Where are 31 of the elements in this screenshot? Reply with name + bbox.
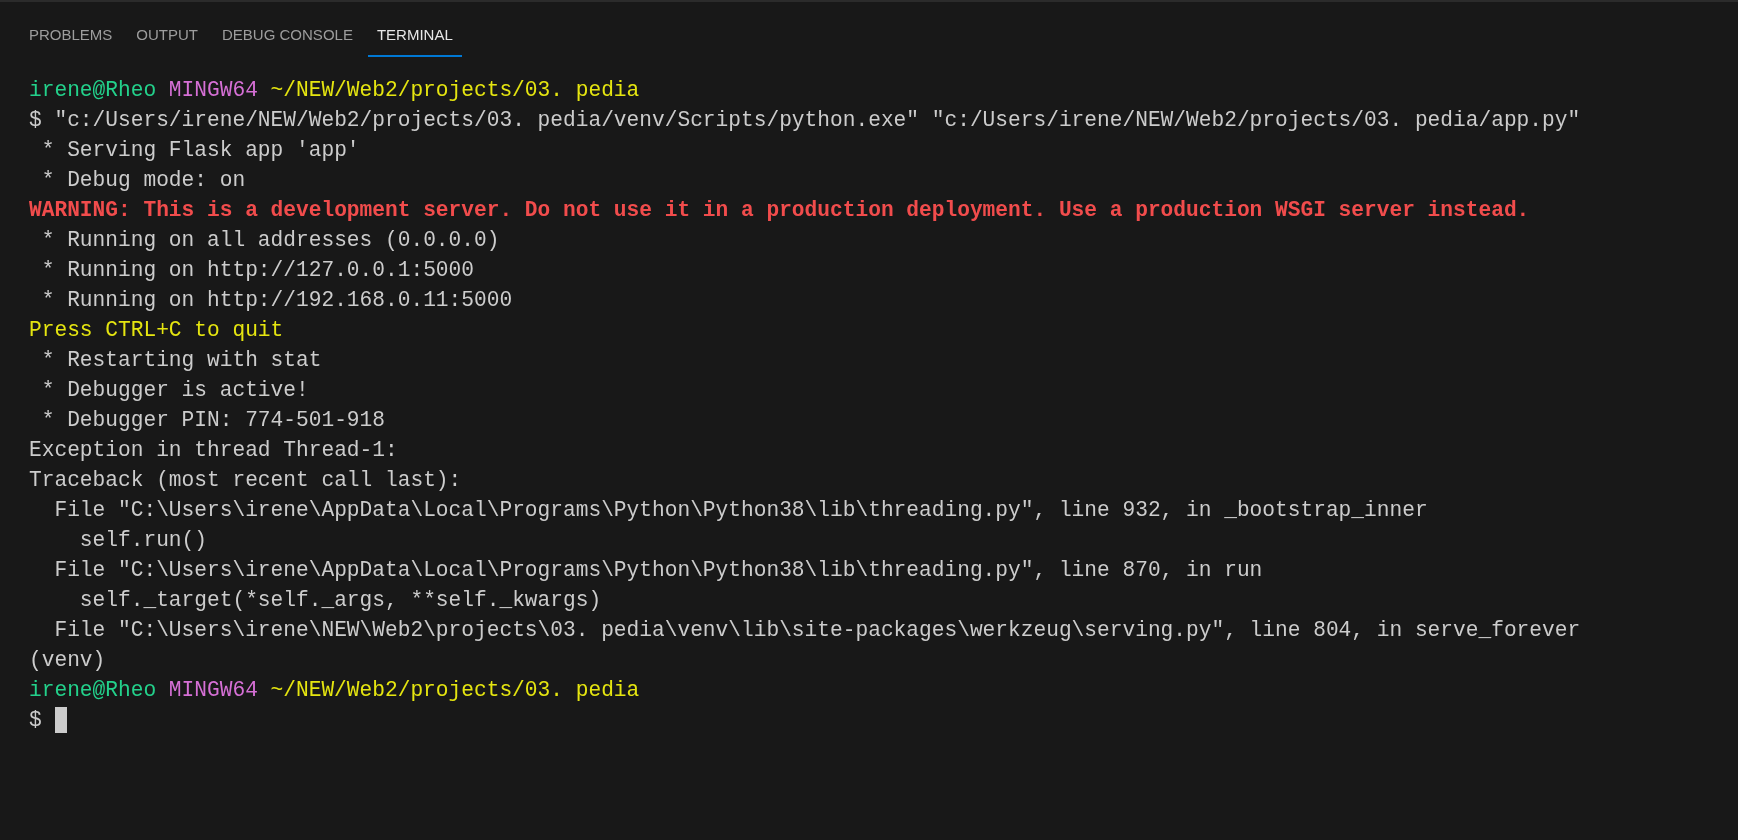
terminal-line: * Serving Flask app 'app' [40, 136, 360, 164]
prompt-symbol: $ [29, 706, 42, 734]
terminal-line: (venv) [29, 646, 106, 674]
panel-tab[interactable]: DEBUG CONSOLE [213, 20, 362, 57]
terminal-line: Exception in thread Thread-1: [29, 436, 398, 464]
prompt-path: ~/NEW/Web2/projects/03. pedia [270, 676, 640, 704]
terminal-line: Press CTRL+C to quit [29, 316, 284, 344]
terminal-line: self._target(*self._args, **self._kwargs) [78, 586, 602, 614]
panel-tab[interactable]: PROBLEMS [20, 20, 122, 57]
prompt-system: MINGW64 [168, 676, 258, 704]
terminal-line: Traceback (most recent call last): [29, 466, 462, 494]
prompt-path: ~/NEW/Web2/projects/03. pedia [270, 76, 640, 104]
terminal-line: * Restarting with stat [40, 346, 322, 374]
prompt-user: irene@Rheo [29, 76, 157, 104]
terminal-line: * Running on all addresses (0.0.0.0) [40, 226, 500, 254]
terminal-line: * Debugger PIN: 774-501-918 [40, 406, 385, 434]
terminal-line: self.run() [78, 526, 207, 554]
prompt-user: irene@Rheo [29, 676, 157, 704]
terminal-line: * Running on http://127.0.0.1:5000 [40, 256, 474, 284]
text-cursor [54, 706, 67, 733]
terminal-line: File "C:\Users\irene\AppData\Local\Programs\Python\Python38\lib\threading.py", line 870, in run [53, 556, 1263, 584]
warning-line: WARNING: This is a development server. Do not use it in a production deployment. Use a production WSGI server instead. [29, 196, 1530, 224]
terminal-line: * Debug mode: on [40, 166, 246, 194]
terminal-line: File "C:\Users\irene\NEW\Web2\projects\03. pedia\venv\lib\site-packages\werkzeug\serving.py", line 804, in serve_forever [53, 616, 1581, 644]
terminal-line: $ "c:/Users/irene/NEW/Web2/projects/03. pedia/venv/Scripts/python.exe" "c:/Users/irene/NEW/Web2/projects/03. pedia/app.py" [29, 106, 1581, 134]
terminal-line: File "C:\Users\irene\AppData\Local\Programs\Python\Python38\lib\threading.py", line 932, in _bootstrap_inner [53, 496, 1428, 524]
terminal-line: * Debugger is active! [40, 376, 309, 404]
prompt-system: MINGW64 [168, 76, 258, 104]
panel-tab[interactable]: TERMINAL [367, 20, 462, 57]
panel-tab[interactable]: OUTPUT [127, 20, 208, 57]
terminal-line: * Running on http://192.168.0.11:5000 [40, 286, 513, 314]
